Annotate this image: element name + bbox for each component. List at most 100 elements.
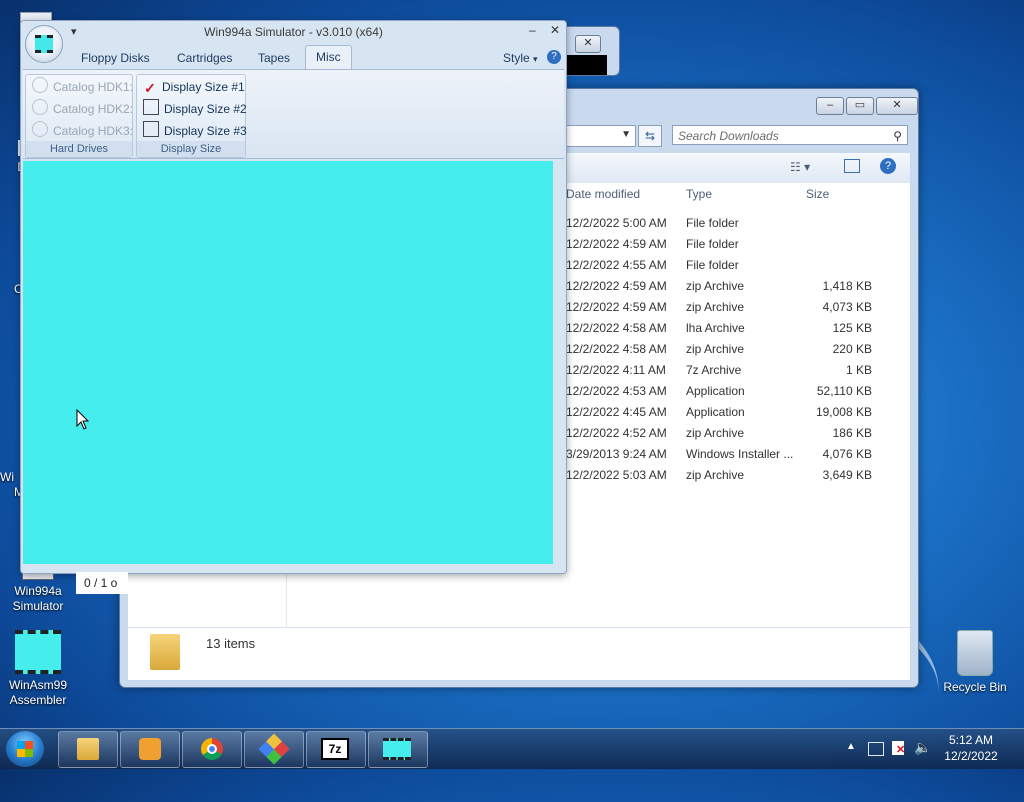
minimize-button[interactable]: – <box>529 23 536 37</box>
status-fragment: 0 / 1 o <box>76 572 128 594</box>
assembler-app-icon <box>15 630 61 674</box>
tab-cartridges[interactable]: Cartridges <box>177 47 232 69</box>
error-x-icon: ✕ <box>896 744 906 756</box>
desktop-icon-label: WinAsm99 <box>8 678 67 692</box>
chrome-icon <box>201 738 223 760</box>
catalog-hdk2-button[interactable]: Catalog HDK2: <box>32 99 133 119</box>
media-player-icon <box>139 738 161 760</box>
button-label: Catalog HDK3: <box>53 124 134 138</box>
catalog-hdk1-button[interactable]: Catalog HDK1: <box>32 77 133 97</box>
network-icon[interactable] <box>868 742 884 756</box>
column-header-date[interactable]: Date modified <box>566 183 676 205</box>
size-cell: 186 KB <box>832 426 872 440</box>
desktop-icon-label: Assembler <box>9 693 67 707</box>
date-cell: 12/2/2022 4:55 AM <box>566 258 667 272</box>
clock[interactable]: 5:12 AM 12/2/2022 <box>928 732 1014 764</box>
group-label: Display Size <box>137 141 245 157</box>
type-cell: Windows Installer ... <box>686 447 794 461</box>
button-label: Display Size #3 <box>164 124 247 138</box>
windows-logo-icon <box>17 741 33 757</box>
size-cell: 19,008 KB <box>815 405 872 419</box>
date-cell: 12/2/2022 4:53 AM <box>566 384 667 398</box>
minimize-button[interactable]: – <box>816 97 844 115</box>
close-button[interactable]: ✕ <box>550 23 560 37</box>
close-button[interactable]: ✕ <box>575 35 601 53</box>
type-cell: zip Archive <box>686 279 745 293</box>
chevron-down-icon[interactable]: ▼ <box>621 129 631 140</box>
taskbar-app-button[interactable] <box>244 731 304 768</box>
type-cell: zip Archive <box>686 300 745 314</box>
help-icon[interactable]: ? <box>547 50 561 64</box>
show-hidden-icons[interactable]: ▲ <box>846 741 856 752</box>
emulator-display[interactable] <box>23 161 553 564</box>
taskbar: 7z ▲ ✕ 🔈 5:12 AM 12/2/2022 <box>0 728 1024 769</box>
type-cell: File folder <box>686 258 739 272</box>
column-header-size[interactable]: Size <box>806 183 876 205</box>
search-icon[interactable]: ⚲ <box>893 126 902 146</box>
button-label: Display Size #2 <box>164 102 247 116</box>
taskbar-chrome-button[interactable] <box>182 731 242 768</box>
help-icon[interactable]: ? <box>880 158 896 174</box>
display-size-3-button[interactable]: Display Size #3 <box>143 121 247 141</box>
desktop-icon-label: Win994a <box>14 584 62 598</box>
button-label: Catalog HDK1: <box>53 80 134 94</box>
close-button[interactable]: ✕ <box>876 97 918 115</box>
tab-misc[interactable]: Misc <box>305 45 352 70</box>
size-cell: 1,418 KB <box>822 279 872 293</box>
date-cell: 12/2/2022 4:59 AM <box>566 237 667 251</box>
size-cell: 4,073 KB <box>822 300 872 314</box>
address-bar[interactable]: ▼ <box>560 125 636 147</box>
desktop-icon-recycle-bin[interactable]: Recycle Bin <box>938 630 1012 695</box>
view-options-icon[interactable]: ☷ ▾ <box>790 160 810 174</box>
explorer-status-bar: 13 items <box>128 627 910 680</box>
display-size-1-button[interactable]: ✓ Display Size #1 <box>143 77 245 97</box>
taskbar-explorer-button[interactable] <box>58 731 118 768</box>
preview-pane-icon[interactable] <box>844 159 860 173</box>
status-count: 13 items <box>206 636 256 651</box>
type-cell: File folder <box>686 216 739 230</box>
explorer-icon <box>77 738 99 760</box>
mouse-cursor-icon <box>76 409 90 430</box>
group-hard-drives: Catalog HDK1: Catalog HDK2: Catalog HDK3… <box>25 74 133 158</box>
type-cell: File folder <box>686 237 739 251</box>
action-center-icon[interactable]: ✕ <box>892 741 906 756</box>
type-cell: 7z Archive <box>686 363 742 377</box>
desktop-icon-winasm99[interactable]: WinAsm99 Assembler <box>2 630 74 708</box>
button-label: Display Size #1 <box>162 80 245 94</box>
taskbar-simulator-button[interactable] <box>368 731 428 768</box>
button-label: Catalog HDK2: <box>53 102 134 116</box>
catalog-hdk3-button[interactable]: Catalog HDK3: <box>32 121 133 141</box>
simulator-window: ▾ Win994a Simulator - v3.010 (x64) – ✕ F… <box>20 20 567 574</box>
tab-floppy-disks[interactable]: Floppy Disks <box>81 47 150 69</box>
date-cell: 12/2/2022 5:03 AM <box>566 468 667 482</box>
taskbar-7zip-button[interactable]: 7z <box>306 731 366 768</box>
display-size-2-button[interactable]: Display Size #2 <box>143 99 247 119</box>
date-cell: 12/2/2022 4:45 AM <box>566 405 667 419</box>
recycle-bin-icon <box>957 630 993 676</box>
disk-icon <box>32 121 48 137</box>
style-menu[interactable]: Style ▾ <box>503 47 538 69</box>
refresh-icon[interactable]: ⇆ <box>638 125 662 147</box>
column-header-type[interactable]: Type <box>686 183 796 205</box>
resize-icon <box>143 121 159 137</box>
checkmark-icon: ✓ <box>144 80 156 96</box>
app-icon <box>258 733 290 765</box>
desktop-icon-label: Recycle Bin <box>943 680 1007 694</box>
desktop-icon-label: Simulator <box>12 599 64 613</box>
date-cell: 12/2/2022 4:58 AM <box>566 342 667 356</box>
start-button[interactable] <box>6 731 44 767</box>
date-cell: 12/2/2022 4:52 AM <box>566 426 667 440</box>
maximize-button[interactable]: ▭ <box>846 97 874 115</box>
tab-tapes[interactable]: Tapes <box>258 47 290 69</box>
disk-icon <box>32 77 48 93</box>
search-input[interactable]: Search Downloads ⚲ <box>672 125 908 145</box>
folder-icon <box>150 634 180 670</box>
type-cell: zip Archive <box>686 426 745 440</box>
size-cell <box>796 213 872 234</box>
search-placeholder: Search Downloads <box>678 129 779 143</box>
taskbar-media-player-button[interactable] <box>120 731 180 768</box>
size-cell <box>796 234 872 255</box>
size-cell: 4,076 KB <box>822 447 872 461</box>
size-cell: 52,110 KB <box>816 384 872 398</box>
ribbon-tabs: Floppy Disks Cartridges Tapes Misc Style… <box>21 45 566 70</box>
